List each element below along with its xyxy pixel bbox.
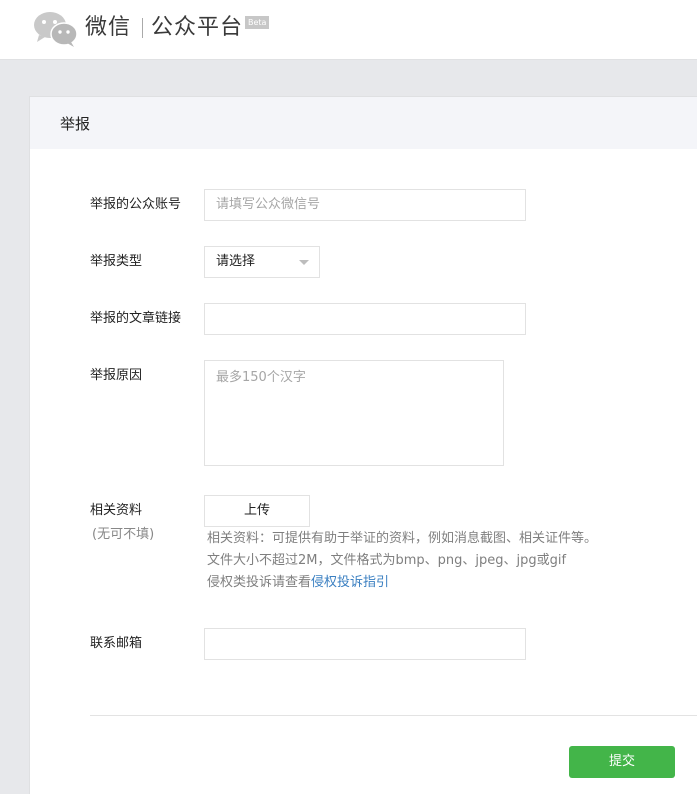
article-link-input[interactable] <box>204 303 526 335</box>
logo-divider <box>142 18 143 38</box>
panel-header: 举报 <box>30 97 697 149</box>
help-prefix-text: 侵权类投诉请查看 <box>207 575 312 590</box>
brand-name[interactable]: 微信 <box>85 12 131 44</box>
top-header: 微信 公众平台 Beta <box>0 0 697 60</box>
upload-button[interactable]: 上传 <box>204 495 310 527</box>
report-type-value: 请选择 <box>216 254 256 269</box>
materials-help-line-3: 侵权类投诉请查看侵权投诉指引 <box>207 574 389 592</box>
materials-help-line-1: 相关资料：可提供有助于举证的资料，例如消息截图、相关证件等。 <box>207 531 598 546</box>
email-input[interactable] <box>204 628 526 660</box>
wechat-logo-icon[interactable] <box>33 10 79 48</box>
reason-label: 举报原因 <box>90 368 143 383</box>
chevron-down-icon <box>299 260 309 265</box>
account-label: 举报的公众账号 <box>90 197 182 212</box>
report-type-label: 举报类型 <box>90 254 143 269</box>
reason-textarea[interactable] <box>204 360 504 466</box>
page-title: 举报 <box>60 115 91 133</box>
account-input[interactable] <box>204 189 526 221</box>
report-type-select[interactable]: 请选择 <box>204 246 320 278</box>
materials-label: 相关资料 <box>90 503 143 518</box>
report-panel: 举报 举报的公众账号 举报类型 请选择 举报的文章链接 举报原因 相关资料 (无… <box>29 96 697 794</box>
beta-badge: Beta <box>245 16 270 29</box>
form-divider <box>90 715 697 716</box>
submit-button[interactable]: 提交 <box>569 746 675 778</box>
platform-name[interactable]: 公众平台 <box>151 12 243 44</box>
materials-optional-note: (无可不填) <box>92 527 155 542</box>
article-link-label: 举报的文章链接 <box>90 311 182 326</box>
infringement-guide-link[interactable]: 侵权投诉指引 <box>311 575 389 590</box>
materials-help-line-2: 文件大小不超过2M，文件格式为bmp、png、jpeg、jpg或gif <box>207 553 567 568</box>
email-label: 联系邮箱 <box>90 636 143 651</box>
